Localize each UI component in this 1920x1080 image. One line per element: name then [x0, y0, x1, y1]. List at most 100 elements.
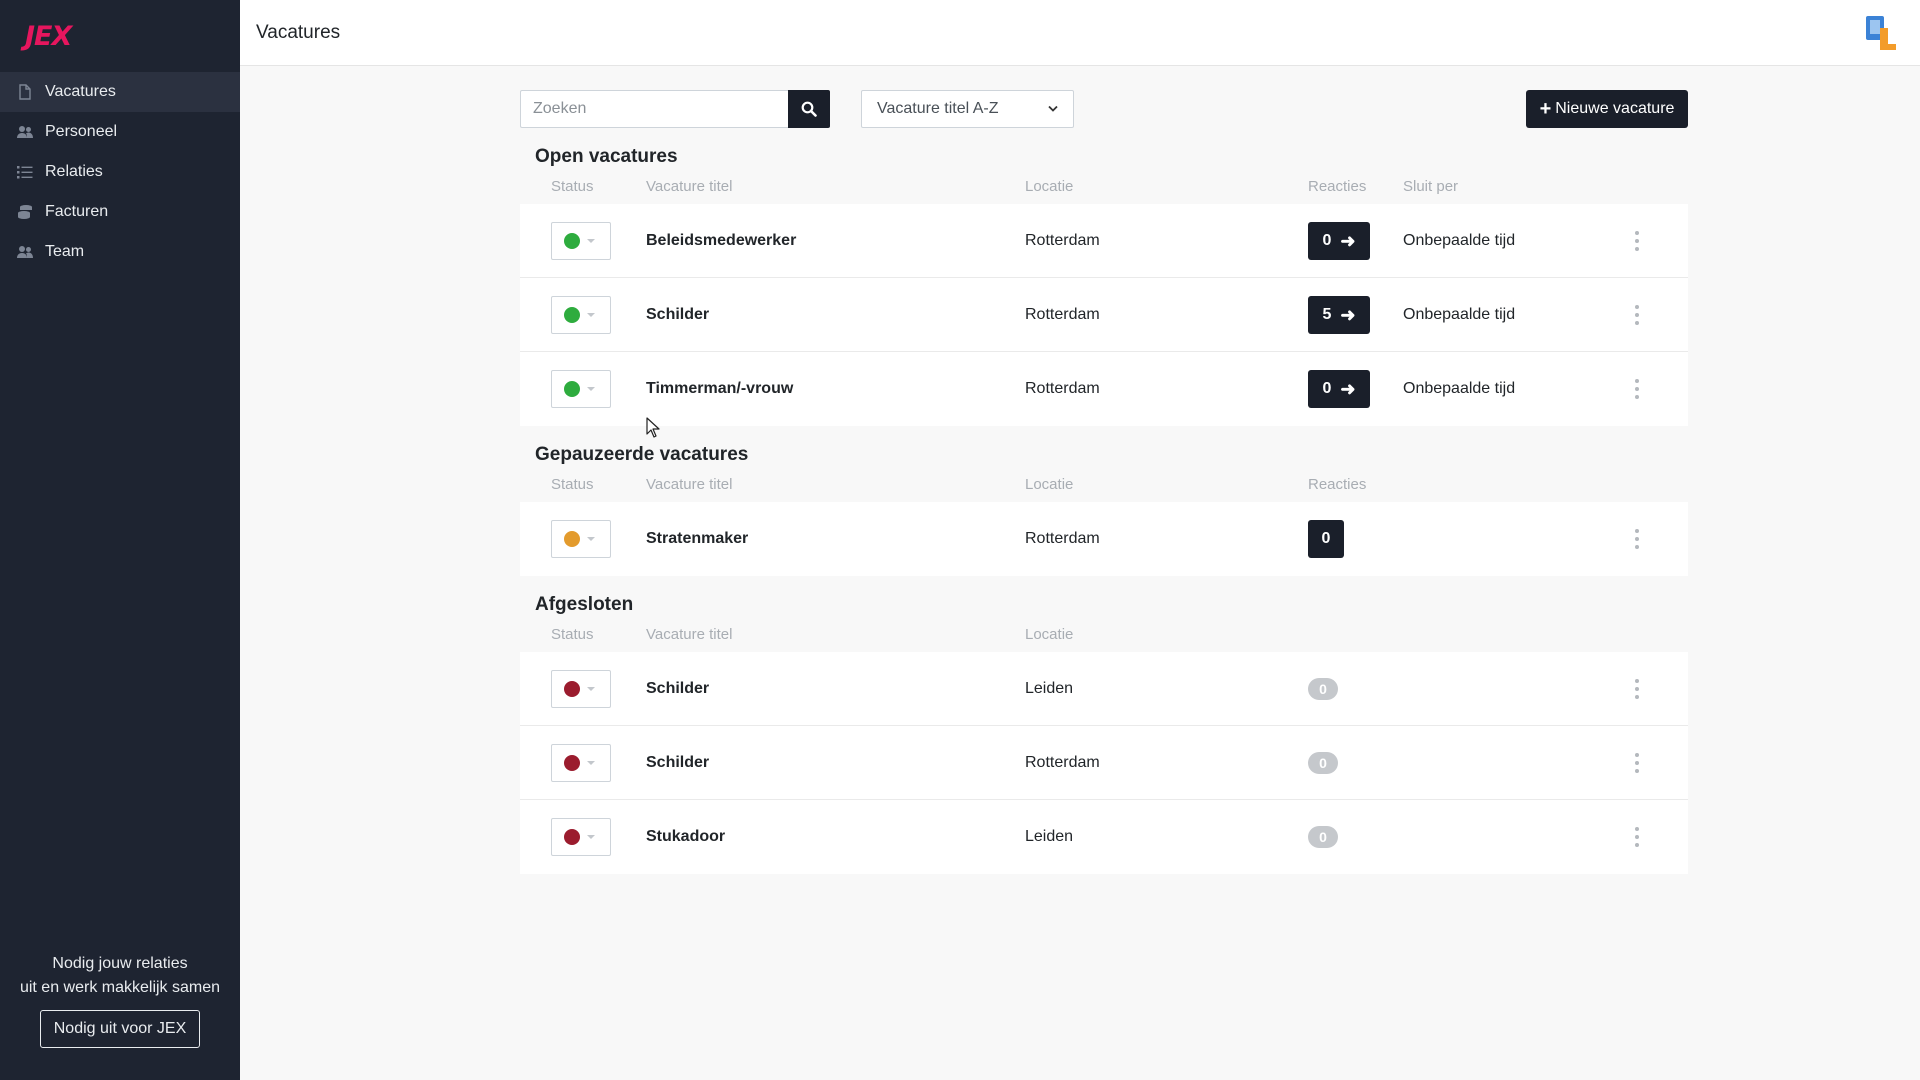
vacancy-location: Rotterdam — [1025, 306, 1100, 323]
page-title: Vacatures — [256, 21, 341, 43]
sidebar-item-team[interactable]: Team — [0, 232, 240, 272]
status-dot-closed — [564, 755, 580, 771]
col-reactions: Reacties — [1308, 178, 1367, 195]
status-dropdown[interactable] — [551, 744, 611, 782]
vacancy-title[interactable]: Schilder — [646, 754, 709, 772]
sidebar-item-label: Team — [45, 243, 85, 260]
new-vacancy-label: Nieuwe vacature — [1555, 100, 1675, 117]
column-headers-paused: Status Vacature titel Locatie Reacties — [520, 466, 1688, 502]
vacancy-location: Rotterdam — [1025, 380, 1100, 397]
new-vacancy-button[interactable]: + Nieuwe vacature — [1526, 90, 1688, 128]
status-dot-open — [564, 307, 580, 323]
caret-down-icon — [587, 835, 595, 839]
reactions-badge: 0 — [1308, 826, 1338, 848]
more-options-icon[interactable] — [1633, 379, 1641, 399]
status-dot-paused — [564, 531, 580, 547]
table-row[interactable]: Schilder Rotterdam 0 — [520, 726, 1688, 800]
status-dropdown[interactable] — [551, 670, 611, 708]
file-icon — [15, 84, 35, 100]
invite-button[interactable]: Nodig uit voor JEX — [39, 1010, 201, 1048]
reactions-button[interactable]: 0 ➜ — [1308, 370, 1370, 408]
invite-text-line1: Nodig jouw relaties — [52, 955, 188, 972]
sidebar-item-label: Facturen — [45, 203, 109, 220]
main-content: Vacature titel A-Z + Nieuwe vacature Ope… — [520, 90, 1688, 874]
users-icon — [15, 124, 35, 140]
col-location: Locatie — [1025, 476, 1074, 493]
col-title: Vacature titel — [646, 178, 733, 195]
sidebar-item-vacatures[interactable]: Vacatures — [0, 72, 240, 112]
caret-down-icon — [587, 239, 595, 243]
vacancy-location: Leiden — [1025, 680, 1074, 697]
mouse-cursor-icon — [646, 417, 660, 439]
status-dropdown[interactable] — [551, 370, 611, 408]
reactions-count: 5 — [1322, 306, 1332, 323]
sidebar-item-relaties[interactable]: Relaties — [0, 152, 240, 192]
status-dropdown[interactable] — [551, 296, 611, 334]
search-button[interactable] — [788, 90, 830, 128]
caret-down-icon — [587, 687, 595, 691]
search-icon — [801, 101, 817, 117]
more-options-icon[interactable] — [1633, 529, 1641, 549]
status-dropdown[interactable] — [551, 520, 611, 558]
more-options-icon[interactable] — [1633, 679, 1641, 699]
col-closes: Sluit per — [1403, 178, 1459, 195]
user-avatar-icon[interactable] — [1864, 14, 1898, 52]
table-row[interactable]: Schilder Leiden 0 — [520, 652, 1688, 726]
caret-down-icon — [587, 761, 595, 765]
users-icon — [15, 244, 35, 260]
column-headers-open: Status Vacature titel Locatie Reacties S… — [520, 168, 1688, 204]
status-dot-open — [564, 381, 580, 397]
invite-text-line2: uit en werk makkelijk samen — [19, 979, 221, 996]
vacancy-location: Rotterdam — [1025, 530, 1100, 547]
status-dot-closed — [564, 829, 580, 845]
table-row[interactable]: Schilder Rotterdam 5 ➜ Onbepaalde tijd — [520, 278, 1688, 352]
col-status: Status — [551, 476, 594, 493]
toolbar: Vacature titel A-Z + Nieuwe vacature — [520, 90, 1688, 128]
sidebar-item-label: Relaties — [45, 163, 103, 180]
invite-panel: Nodig jouw relaties uit en werk makkelij… — [0, 952, 240, 1048]
more-options-icon[interactable] — [1633, 305, 1641, 325]
search-input[interactable] — [520, 90, 788, 128]
col-status: Status — [551, 626, 594, 643]
logo[interactable]: JEX — [0, 0, 240, 72]
vacancy-title[interactable]: Stratenmaker — [646, 530, 748, 548]
more-options-icon[interactable] — [1633, 231, 1641, 251]
section-title-closed: Afgesloten — [535, 594, 634, 615]
sort-select-value: Vacature titel A-Z — [877, 100, 999, 117]
top-header: Vacatures — [240, 0, 1920, 66]
more-options-icon[interactable] — [1633, 827, 1641, 847]
table-row[interactable]: Beleidsmedewerker Rotterdam 0 ➜ Onbepaald… — [520, 204, 1688, 278]
caret-down-icon — [587, 387, 595, 391]
sidebar-item-personeel[interactable]: Personeel — [0, 112, 240, 152]
vacancy-closes: Onbepaalde tijd — [1403, 306, 1516, 323]
vacancy-title[interactable]: Schilder — [646, 306, 709, 324]
sidebar-item-facturen[interactable]: Facturen — [0, 192, 240, 232]
reactions-count: 0 — [1321, 530, 1331, 547]
vacancy-title[interactable]: Timmerman/-vrouw — [646, 380, 793, 398]
status-dropdown[interactable] — [551, 222, 611, 260]
arrow-right-icon: ➜ — [1340, 230, 1356, 251]
vacancy-title[interactable]: Beleidsmedewerker — [646, 232, 796, 250]
reactions-count: 0 — [1322, 232, 1332, 249]
vacancy-location: Rotterdam — [1025, 232, 1100, 249]
sidebar-item-label: Vacatures — [45, 83, 116, 100]
vacancy-title[interactable]: Stukadoor — [646, 828, 725, 846]
table-row[interactable]: Stratenmaker Rotterdam 0 — [520, 502, 1688, 576]
sort-select[interactable]: Vacature titel A-Z — [861, 90, 1074, 128]
table-row[interactable]: Timmerman/-vrouw Rotterdam 0 ➜ Onbepaalde… — [520, 352, 1688, 426]
sidebar-item-label: Personeel — [45, 123, 118, 140]
reactions-button[interactable]: 0 — [1308, 520, 1344, 558]
status-dropdown[interactable] — [551, 818, 611, 856]
vacancy-location: Rotterdam — [1025, 754, 1100, 771]
plus-icon: + — [1539, 98, 1552, 120]
reactions-button[interactable]: 5 ➜ — [1308, 296, 1370, 334]
status-dot-open — [564, 233, 580, 249]
table-row[interactable]: Stukadoor Leiden 0 — [520, 800, 1688, 874]
col-title: Vacature titel — [646, 476, 733, 493]
vacancy-title[interactable]: Schilder — [646, 680, 709, 698]
caret-down-icon — [587, 537, 595, 541]
reactions-button[interactable]: 0 ➜ — [1308, 222, 1370, 260]
more-options-icon[interactable] — [1633, 753, 1641, 773]
arrow-right-icon: ➜ — [1340, 378, 1356, 399]
sidebar-nav: Vacatures Personeel Relaties Facturen Te… — [0, 72, 240, 272]
